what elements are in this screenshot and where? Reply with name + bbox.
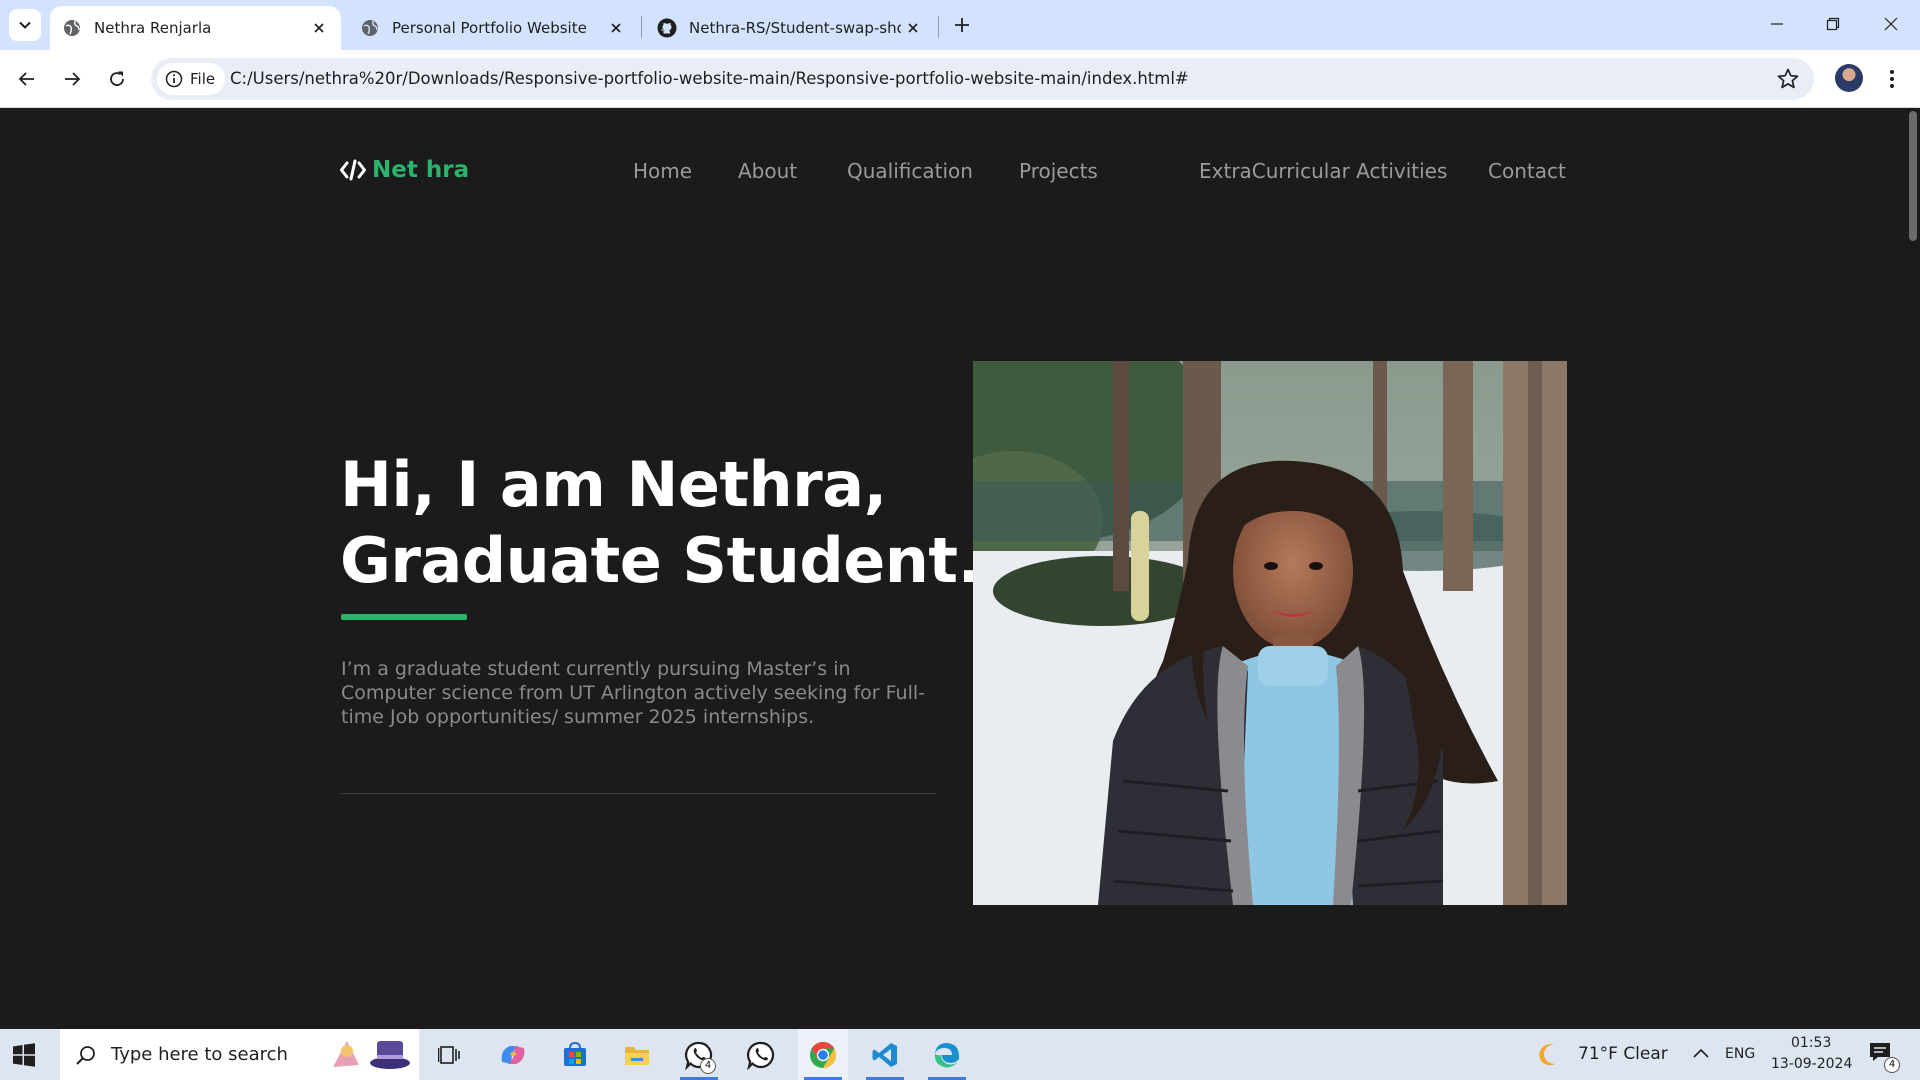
tab-separator xyxy=(938,16,939,38)
microsoft-store-button[interactable] xyxy=(550,1029,600,1080)
site-info-chip[interactable]: File xyxy=(157,63,226,95)
notification-button[interactable]: 4 xyxy=(1868,1041,1900,1073)
forward-button[interactable] xyxy=(56,63,88,95)
tab-personal-portfolio[interactable]: Personal Portfolio Website xyxy=(348,6,638,50)
notification-badge: 4 xyxy=(1884,1057,1900,1073)
hero-title: Hi, I am Nethra, Graduate Student. xyxy=(340,447,981,599)
scrollbar-thumb[interactable] xyxy=(1909,111,1917,241)
whatsapp-button[interactable]: 4 xyxy=(674,1029,724,1080)
tab-github-student-swap-shop[interactable]: Nethra-RS/Student-swap-shop xyxy=(645,6,935,50)
language-indicator[interactable]: ENG xyxy=(1725,1046,1755,1062)
tab-title: Personal Portfolio Website xyxy=(392,19,587,37)
windows-taskbar: Type here to search 4 71°F Clear ENG 01:… xyxy=(0,1029,1920,1080)
nav-home[interactable]: Home xyxy=(633,159,692,183)
site-logo[interactable]: Net hra xyxy=(340,157,469,183)
tab-nethra-renjarla[interactable]: Nethra Renjarla xyxy=(50,6,341,50)
nav-projects[interactable]: Projects xyxy=(1019,159,1098,183)
restore-icon xyxy=(1826,17,1840,31)
plus-icon xyxy=(955,18,969,32)
restore-button[interactable] xyxy=(1810,6,1856,42)
store-icon xyxy=(564,1041,586,1066)
globe-icon xyxy=(360,18,380,38)
file-explorer-icon xyxy=(625,1046,649,1065)
clock-time[interactable]: 01:53 xyxy=(1791,1035,1831,1051)
copilot-icon xyxy=(501,1045,525,1064)
edge-icon xyxy=(934,1042,959,1067)
hero-title-line2: Graduate Student. xyxy=(340,524,981,597)
hero-accent-bar xyxy=(341,614,467,620)
chrome-icon xyxy=(810,1041,837,1068)
url-text[interactable]: C:/Users/nethra%20r/Downloads/Responsive… xyxy=(230,69,1189,88)
whatsapp-badge: 4 xyxy=(700,1058,716,1074)
nav-about[interactable]: About xyxy=(738,159,797,183)
page-scrollbar[interactable] xyxy=(1905,109,1920,1029)
info-icon xyxy=(165,70,183,88)
minimize-icon xyxy=(1771,23,1783,25)
vscode-icon xyxy=(872,1042,897,1067)
tab-title: Nethra-RS/Student-swap-shop xyxy=(689,19,901,37)
page-viewport: Net hra Home About Qualification Project… xyxy=(0,109,1905,1029)
chip-label: File xyxy=(190,70,216,88)
edge-button[interactable] xyxy=(922,1029,972,1080)
nav-qualification[interactable]: Qualification xyxy=(847,159,973,183)
moon-icon[interactable] xyxy=(1536,1041,1562,1067)
close-icon[interactable] xyxy=(901,16,925,40)
search-icon xyxy=(76,1045,95,1065)
profile-avatar[interactable] xyxy=(1835,64,1863,92)
forward-icon xyxy=(65,72,81,86)
whatsapp-web-button[interactable] xyxy=(736,1029,786,1080)
profile-photo xyxy=(973,361,1567,905)
taskbar-search[interactable]: Type here to search xyxy=(60,1029,419,1080)
nav-contact[interactable]: Contact xyxy=(1488,159,1566,183)
vscode-button[interactable] xyxy=(860,1029,910,1080)
windows-icon[interactable] xyxy=(10,1041,38,1069)
task-view-button[interactable] xyxy=(425,1029,475,1080)
file-explorer-button[interactable] xyxy=(612,1029,662,1080)
weather-text[interactable]: 71°F Clear xyxy=(1578,1044,1668,1064)
search-placeholder: Type here to search xyxy=(111,1044,288,1065)
close-icon xyxy=(1884,17,1898,31)
tab-strip: Nethra Renjarla Personal Portfolio Websi… xyxy=(0,0,1920,50)
copilot-button[interactable] xyxy=(488,1029,538,1080)
tab-separator xyxy=(641,16,642,38)
star-icon[interactable] xyxy=(1776,67,1800,91)
close-window-button[interactable] xyxy=(1868,6,1914,42)
hero-description: I’m a graduate student currently pursuin… xyxy=(341,658,925,728)
reload-button[interactable] xyxy=(101,63,133,95)
clock-date[interactable]: 13-09-2024 xyxy=(1771,1056,1852,1072)
tab-search-icon xyxy=(19,21,31,29)
close-icon[interactable] xyxy=(307,16,331,40)
code-icon xyxy=(340,159,366,181)
address-bar[interactable]: File C:/Users/nethra%20r/Downloads/Respo… xyxy=(151,58,1814,100)
kebab-icon[interactable] xyxy=(1880,65,1904,93)
nav-extracurricular[interactable]: ExtraCurricular Activities xyxy=(1199,159,1447,183)
tab-search-button[interactable] xyxy=(9,9,41,41)
close-icon[interactable] xyxy=(604,16,628,40)
tab-title: Nethra Renjarla xyxy=(94,19,212,37)
logo-text: Net hra xyxy=(372,157,470,183)
chevron-up-icon[interactable] xyxy=(1692,1046,1710,1060)
back-icon xyxy=(18,72,34,86)
hero-divider xyxy=(341,793,936,794)
chrome-button[interactable] xyxy=(798,1029,848,1080)
minimize-button[interactable] xyxy=(1754,6,1800,42)
github-icon xyxy=(657,18,677,38)
search-highlight-icon xyxy=(333,1041,410,1069)
whatsapp-icon xyxy=(746,1041,775,1070)
new-tab-button[interactable] xyxy=(947,10,977,40)
reload-icon xyxy=(110,71,124,86)
globe-icon xyxy=(62,18,82,38)
task-view-icon xyxy=(438,1045,460,1064)
back-button[interactable] xyxy=(11,63,43,95)
browser-toolbar: File C:/Users/nethra%20r/Downloads/Respo… xyxy=(0,50,1920,108)
hero-title-line1: Hi, I am Nethra, xyxy=(340,448,887,521)
